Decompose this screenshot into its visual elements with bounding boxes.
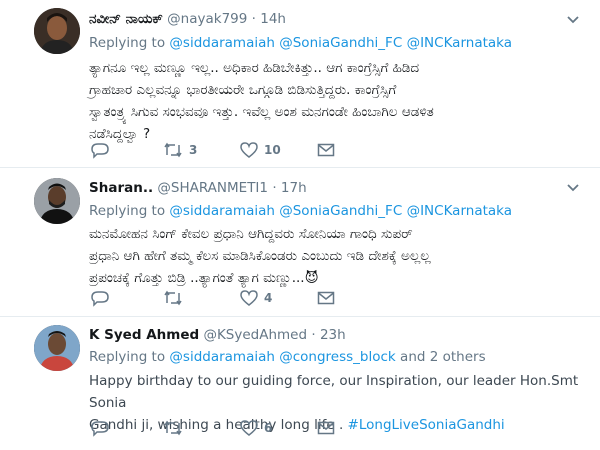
mention-link[interactable]: @SoniaGandhi_FC xyxy=(279,203,402,219)
user-handle[interactable]: @KSyedAhmed xyxy=(203,327,307,343)
tweet-text: ತ್ಯಾಗನೂ ಇಲ್ಲ ಮಣ್ಣೂ ಇಲ್ಲ.. ಅಧಿಕಾರ ಹಿಡಿಬೇಕ… xyxy=(89,60,434,142)
retweet-icon xyxy=(164,142,182,158)
retweet-button[interactable] xyxy=(163,288,183,308)
retweet-button[interactable]: 3 xyxy=(163,140,197,160)
mention-link[interactable]: @siddaramaiah xyxy=(169,35,275,51)
retweet-button[interactable] xyxy=(163,418,183,438)
mention-link[interactable]: @INCKarnataka xyxy=(407,203,512,219)
dm-icon xyxy=(317,291,335,305)
display-name[interactable]: K Syed Ahmed xyxy=(89,327,199,343)
dm-button[interactable] xyxy=(317,418,335,438)
reply-button[interactable] xyxy=(91,288,109,308)
tweet-actions: 6 xyxy=(89,418,389,438)
retweet-icon xyxy=(164,290,182,306)
reply-icon xyxy=(91,291,109,307)
mention-link[interactable]: @INCKarnataka xyxy=(407,35,512,51)
dm-button[interactable] xyxy=(317,140,335,160)
reply-icon xyxy=(91,143,109,159)
tweet-header: ನವೀನ್ ನಾಯಕ್ @nayak799 · 14h xyxy=(89,11,286,27)
replying-to: Replying to @siddaramaiah @congress_bloc… xyxy=(89,349,486,365)
like-button[interactable]: 10 xyxy=(240,140,281,160)
like-icon xyxy=(240,420,258,436)
mention-link[interactable]: @siddaramaiah xyxy=(169,203,275,219)
dm-button[interactable] xyxy=(317,288,335,308)
like-button[interactable]: 6 xyxy=(240,418,272,438)
chevron-down-icon[interactable] xyxy=(566,181,580,195)
chevron-down-icon[interactable] xyxy=(566,13,580,27)
avatar[interactable] xyxy=(34,8,80,54)
tweet-header: Sharan.. @SHARANMETI1 · 17h xyxy=(89,180,307,196)
avatar[interactable] xyxy=(34,325,80,371)
avatar[interactable] xyxy=(34,178,80,224)
mention-link[interactable]: @congress_block xyxy=(279,349,396,365)
reply-icon xyxy=(91,421,109,437)
reply-button[interactable] xyxy=(91,418,109,438)
like-button[interactable]: 4 xyxy=(240,288,272,308)
user-handle[interactable]: @nayak799 xyxy=(167,11,247,27)
mention-link[interactable]: @siddaramaiah xyxy=(169,349,275,365)
tweet-actions: 4 xyxy=(89,288,389,308)
retweet-icon xyxy=(164,420,182,436)
tweet-time[interactable]: 14h xyxy=(260,11,286,27)
user-handle[interactable]: @SHARANMETI1 xyxy=(157,180,268,196)
tweet-time[interactable]: 17h xyxy=(281,180,307,196)
display-name[interactable]: Sharan.. xyxy=(89,180,153,196)
and-others-link[interactable]: and 2 others xyxy=(400,349,486,365)
reply-button[interactable] xyxy=(91,140,109,160)
dm-icon xyxy=(317,421,335,435)
tweet-time[interactable]: 23h xyxy=(320,327,346,343)
tweet-text: ಮನಮೋಹನ ಸಿಂಗ್ ಕೇವಲ ಪ್ರಧಾನಿ ಆಗಿದ್ದವರು ಸೋನಿ… xyxy=(89,226,431,286)
dm-icon xyxy=(317,143,335,157)
tweet-header: K Syed Ahmed @KSyedAhmed · 23h xyxy=(89,327,346,343)
mention-link[interactable]: @SoniaGandhi_FC xyxy=(279,35,402,51)
replying-to: Replying to @siddaramaiah @SoniaGandhi_F… xyxy=(89,35,513,51)
display-name[interactable]: ನವೀನ್ ನಾಯಕ್ xyxy=(89,11,163,27)
tweet-actions: 3 10 xyxy=(89,140,389,160)
tweet-3[interactable]: K Syed Ahmed @KSyedAhmed · 23h Replying … xyxy=(0,317,600,450)
tweet-1[interactable]: ನವೀನ್ ನಾಯಕ್ @nayak799 · 14h Replying to … xyxy=(0,0,600,165)
replying-to: Replying to @siddaramaiah @SoniaGandhi_F… xyxy=(89,203,513,219)
like-icon xyxy=(240,142,258,158)
tweet-2[interactable]: Sharan.. @SHARANMETI1 · 17h Replying to … xyxy=(0,168,600,316)
like-icon xyxy=(240,290,258,306)
